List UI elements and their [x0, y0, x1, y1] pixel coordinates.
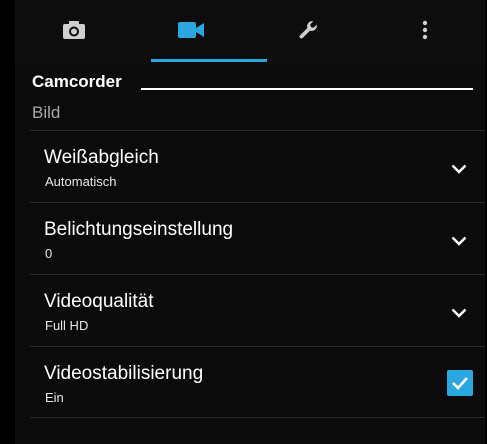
tab-bar [15, 0, 485, 64]
settings-panel: Camcorder Bild Weißabgleich Automatisch … [15, 0, 485, 444]
chevron-down-icon[interactable] [451, 233, 467, 251]
more-vertical-icon [422, 20, 428, 45]
setting-value: 0 [45, 246, 53, 261]
setting-value: Full HD [45, 318, 89, 333]
camera-icon [62, 20, 86, 45]
tab-camera[interactable] [15, 0, 132, 64]
setting-video-stabilization[interactable]: Videostabilisierung Ein [30, 346, 485, 418]
title-divider [141, 88, 473, 90]
check-icon [452, 377, 468, 390]
setting-white-balance[interactable]: Weißabgleich Automatisch [30, 130, 485, 202]
page-title: Camcorder [32, 72, 122, 91]
setting-title: Videostabilisierung [44, 363, 204, 384]
setting-video-quality[interactable]: Videoqualität Full HD [30, 274, 485, 346]
tab-more[interactable] [366, 0, 483, 64]
video-camera-icon [177, 21, 205, 44]
setting-title: Videoqualität [44, 291, 154, 312]
stabilization-checkbox[interactable] [447, 370, 473, 396]
setting-value: Ein [45, 390, 64, 405]
chevron-down-icon[interactable] [451, 305, 467, 323]
setting-title: Weißabgleich [44, 147, 159, 168]
tab-tools[interactable] [249, 0, 366, 64]
tab-video[interactable] [132, 0, 249, 64]
section-header: Bild [32, 103, 61, 122]
active-tab-indicator [151, 59, 267, 62]
chevron-down-icon[interactable] [451, 161, 467, 179]
setting-exposure[interactable]: Belichtungseinstellung 0 [30, 202, 485, 274]
settings-list: Weißabgleich Automatisch Belichtungseins… [30, 130, 485, 418]
setting-value: Automatisch [45, 174, 117, 189]
wrench-icon [297, 19, 319, 46]
setting-title: Belichtungseinstellung [44, 219, 234, 240]
